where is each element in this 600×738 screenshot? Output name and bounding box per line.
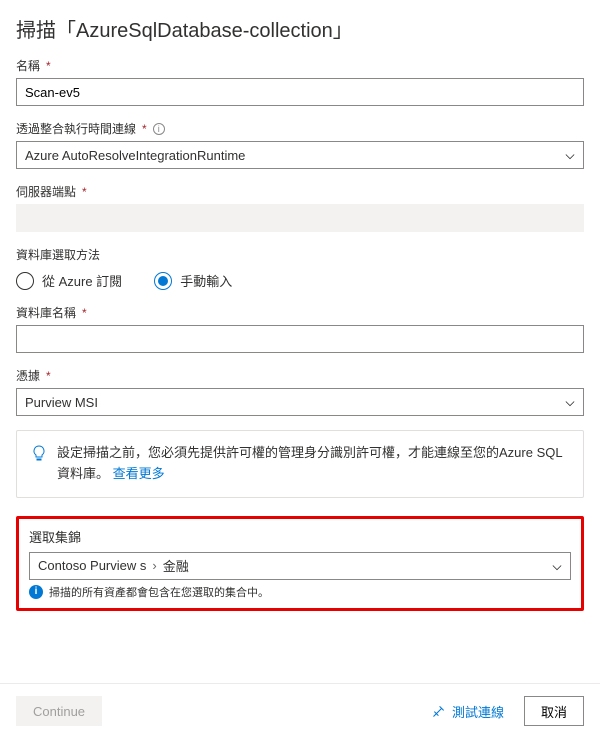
lightbulb-icon [31,445,47,461]
endpoint-label-text: 伺服器端點 [16,183,76,200]
required-asterisk: * [82,306,87,320]
select-method-label-text: 資料庫選取方法 [16,246,100,263]
endpoint-label: 伺服器端點 * [16,183,584,200]
scan-panel: 掃描「AzureSqlDatabase-collection」 名稱 * 透過整… [0,0,600,738]
radio-group: 從 Azure 訂閱 手動輸入 [16,271,584,290]
name-field: 名稱 * [16,57,584,106]
plug-icon [432,704,446,718]
chevron-down-icon [552,561,562,571]
credential-value: Purview MSI [25,395,98,410]
collection-note-row: i 掃描的所有資產都會包含在您選取的集合中。 [29,584,571,600]
credential-select[interactable]: Purview MSI [16,388,584,416]
name-label: 名稱 * [16,57,584,74]
credential-field: 憑據 * Purview MSI [16,367,584,416]
radio-circle [154,272,172,290]
collection-breadcrumb: Contoso Purview s › 金融 [38,556,189,575]
info-text-wrap: 設定掃描之前，您必須先提供許可權的管理身分識別許可權，才能連線至您的Azure … [57,443,569,485]
select-method-label: 資料庫選取方法 [16,246,584,263]
radio-manual-label: 手動輸入 [180,271,232,290]
name-label-text: 名稱 [16,57,40,74]
required-asterisk: * [142,122,147,136]
chevron-down-icon [565,150,575,160]
radio-manual[interactable]: 手動輸入 [154,271,232,290]
required-asterisk: * [46,369,51,383]
page-title: 掃描「AzureSqlDatabase-collection」 [16,14,584,43]
dbname-field: 資料庫名稱 * [16,304,584,353]
radio-from-azure-label: 從 Azure 訂閱 [42,271,122,290]
collection-label: 選取集錦 [29,527,571,546]
test-connection-link[interactable]: 測試連線 [432,702,504,721]
endpoint-field: 伺服器端點 * [16,183,584,232]
collection-select[interactable]: Contoso Purview s › 金融 [29,552,571,580]
continue-button: Continue [16,696,102,726]
required-asterisk: * [46,59,51,73]
name-input[interactable] [16,78,584,106]
runtime-label: 透過整合執行時間連線 * i [16,120,584,137]
radio-from-azure[interactable]: 從 Azure 訂閱 [16,271,122,290]
runtime-value: Azure AutoResolveIntegrationRuntime [25,148,245,163]
info-icon[interactable]: i [153,123,165,135]
breadcrumb-item: Contoso Purview s [38,558,146,573]
chevron-down-icon [565,397,575,407]
required-asterisk: * [82,185,87,199]
credential-label: 憑據 * [16,367,584,384]
info-link[interactable]: 查看更多 [113,466,165,481]
test-connection-label: 測試連線 [452,702,504,721]
dbname-input[interactable] [16,325,584,353]
select-method-field: 資料庫選取方法 從 Azure 訂閱 手動輸入 [16,246,584,290]
credential-label-text: 憑據 [16,367,40,384]
runtime-field: 透過整合執行時間連線 * i Azure AutoResolveIntegrat… [16,120,584,169]
collection-note: 掃描的所有資產都會包含在您選取的集合中。 [49,584,269,600]
collection-highlight-box: 選取集錦 Contoso Purview s › 金融 i 掃描的所有資產都會包… [16,516,584,611]
info-circle-icon: i [29,585,43,599]
cancel-button[interactable]: 取消 [524,696,584,726]
footer-right: 測試連線 取消 [432,696,584,726]
breadcrumb-separator: › [152,558,156,573]
panel-content: 掃描「AzureSqlDatabase-collection」 名稱 * 透過整… [0,0,600,683]
runtime-select[interactable]: Azure AutoResolveIntegrationRuntime [16,141,584,169]
dbname-label: 資料庫名稱 * [16,304,584,321]
info-box: 設定掃描之前，您必須先提供許可權的管理身分識別許可權，才能連線至您的Azure … [16,430,584,498]
endpoint-input [16,204,584,232]
breadcrumb-item: 金融 [163,556,189,575]
dbname-label-text: 資料庫名稱 [16,304,76,321]
runtime-label-text: 透過整合執行時間連線 [16,120,136,137]
footer: Continue 測試連線 取消 [0,683,600,738]
radio-circle [16,272,34,290]
